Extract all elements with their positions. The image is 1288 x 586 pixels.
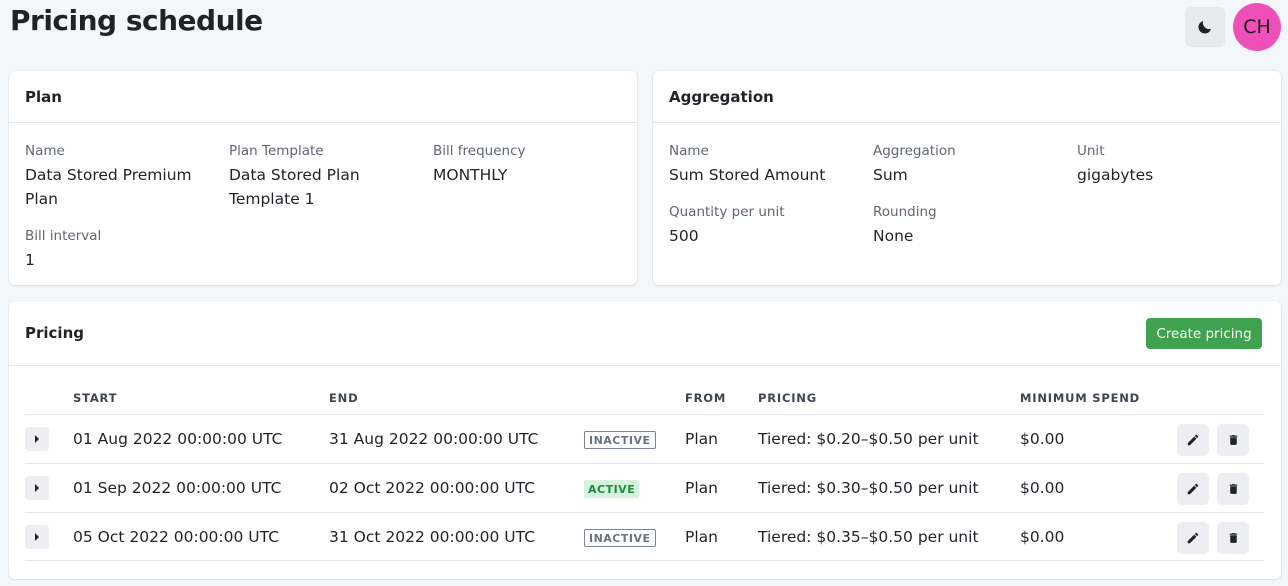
bill-interval-field: Bill interval 1 [25,227,215,272]
pricing-card-header: Pricing [9,301,1281,366]
status-badge: INACTIVE [584,529,656,547]
aggregation-card: Aggregation Name Sum Stored Amount Aggre… [653,71,1281,285]
edit-button[interactable] [1177,522,1209,554]
bill-frequency-value: MONTHLY [433,166,508,184]
minimum-spend-cell: $0.00 [1020,479,1065,497]
delete-button[interactable] [1217,424,1249,456]
quantity-per-unit-value: 500 [669,227,699,245]
rounding-label: Rounding [873,204,937,220]
status-badge: INACTIVE [584,431,656,449]
start-cell: 01 Aug 2022 00:00:00 UTC [73,430,283,448]
plan-name-label: Name [25,143,65,159]
delete-button[interactable] [1217,473,1249,505]
bill-interval-value: 1 [25,251,35,269]
aggregation-card-header: Aggregation [653,71,1281,123]
moon-icon [1198,21,1211,34]
plan-name-value: Data Stored Premium Plan [25,166,192,208]
unit-label: Unit [1077,143,1105,159]
trash-icon [1229,484,1237,494]
pencil-icon [1187,434,1199,446]
unit-field: Unit gigabytes [1077,142,1267,187]
trash-icon [1229,533,1237,543]
from-cell: Plan [685,528,718,546]
column-header-pricing[interactable]: PRICING [758,391,817,405]
expand-row-button[interactable] [25,525,49,549]
column-header-from[interactable]: FROM [685,391,726,405]
rounding-value: None [873,227,914,245]
pricing-cell: Tiered: $0.30–$0.50 per unit [758,479,979,497]
avatar[interactable]: CH [1233,3,1281,51]
from-cell: Plan [685,479,718,497]
column-header-end[interactable]: END [329,391,358,405]
plan-name-field: Name Data Stored Premium Plan [25,142,215,211]
trash-icon [1229,435,1237,445]
plan-card: Plan Name Data Stored Premium Plan Plan … [9,71,637,285]
expand-row-button[interactable] [25,427,49,451]
aggregation-card-title: Aggregation [669,87,774,106]
quantity-per-unit-field: Quantity per unit 500 [669,203,859,248]
expand-row-button[interactable] [25,476,49,500]
page-title: Pricing schedule [10,4,263,37]
aggregation-type-value: Sum [873,166,908,184]
delete-button[interactable] [1217,522,1249,554]
bill-frequency-field: Bill frequency MONTHLY [433,142,623,187]
table-row: 05 Oct 2022 00:00:00 UTC 31 Oct 2022 00:… [25,512,1264,561]
chevron-right-icon [35,533,39,541]
end-cell: 31 Oct 2022 00:00:00 UTC [329,528,536,546]
pricing-card-title: Pricing [25,324,84,342]
pricing-card: Pricing Create pricing START END FROM PR… [9,301,1281,579]
plan-card-title: Plan [25,87,62,106]
aggregation-name-value: Sum Stored Amount [669,166,826,184]
end-cell: 02 Oct 2022 00:00:00 UTC [329,479,536,497]
aggregation-type-field: Aggregation Sum [873,142,1063,187]
chevron-right-icon [35,484,39,492]
edit-button[interactable] [1177,424,1209,456]
unit-value: gigabytes [1077,166,1154,184]
plan-card-header: Plan [9,71,637,123]
start-cell: 01 Sep 2022 00:00:00 UTC [73,479,282,497]
plan-template-value: Data Stored Plan Template 1 [229,166,360,208]
column-header-start[interactable]: START [73,391,117,405]
table-row: 01 Sep 2022 00:00:00 UTC 02 Oct 2022 00:… [25,463,1264,512]
pencil-icon [1187,483,1199,495]
from-cell: Plan [685,430,718,448]
table-row: 01 Aug 2022 00:00:00 UTC 31 Aug 2022 00:… [25,414,1264,463]
chevron-right-icon [35,435,39,443]
aggregation-name-label: Name [669,143,709,159]
bill-interval-label: Bill interval [25,228,102,244]
create-pricing-button[interactable]: Create pricing [1146,318,1262,349]
pricing-cell: Tiered: $0.20–$0.50 per unit [758,430,979,448]
plan-template-label: Plan Template [229,143,324,159]
pricing-cell: Tiered: $0.35–$0.50 per unit [758,528,979,546]
theme-toggle-button[interactable] [1185,7,1225,47]
bill-frequency-label: Bill frequency [433,143,526,159]
column-header-minimum-spend[interactable]: MINIMUM SPEND [1020,391,1140,405]
status-badge: ACTIVE [584,480,640,498]
start-cell: 05 Oct 2022 00:00:00 UTC [73,528,280,546]
minimum-spend-cell: $0.00 [1020,430,1065,448]
end-cell: 31 Aug 2022 00:00:00 UTC [329,430,539,448]
rounding-field: Rounding None [873,203,1063,248]
plan-template-field: Plan Template Data Stored Plan Template … [229,142,419,211]
aggregation-type-label: Aggregation [873,143,956,159]
minimum-spend-cell: $0.00 [1020,528,1065,546]
quantity-per-unit-label: Quantity per unit [669,204,785,220]
edit-button[interactable] [1177,473,1209,505]
aggregation-name-field: Name Sum Stored Amount [669,142,859,187]
pencil-icon [1187,532,1199,544]
